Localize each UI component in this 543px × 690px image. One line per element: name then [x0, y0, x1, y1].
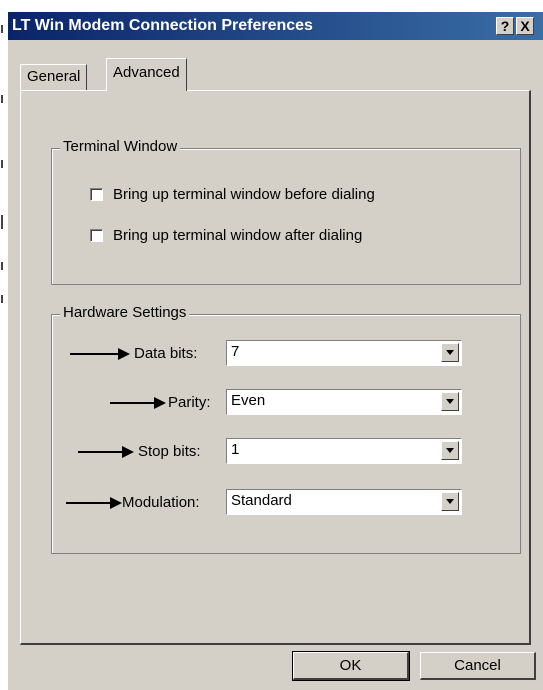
- modulation-label: Modulation:: [122, 494, 200, 511]
- cancel-button[interactable]: Cancel: [420, 652, 536, 680]
- after-dialing-option[interactable]: Bring up terminal window after dialing: [90, 227, 362, 244]
- data-bits-select[interactable]: 7: [226, 340, 462, 366]
- arrow-icon: [110, 397, 166, 409]
- arrow-icon: [66, 497, 122, 509]
- ok-button[interactable]: OK: [292, 651, 410, 681]
- chevron-down-icon[interactable]: [441, 492, 459, 511]
- stop-bits-label: Stop bits:: [138, 443, 201, 460]
- arrow-icon: [78, 446, 134, 458]
- left-edge-artifacts: [0, 0, 8, 690]
- edge-mark: [1, 295, 3, 303]
- parity-select[interactable]: Even: [226, 389, 462, 415]
- edge-mark: [1, 95, 3, 103]
- after-dialing-label: Bring up terminal window after dialing: [113, 227, 363, 244]
- edge-mark: [1, 25, 3, 33]
- modulation-select[interactable]: Standard: [226, 489, 462, 515]
- chevron-down-icon[interactable]: [441, 343, 459, 362]
- chevron-down-icon[interactable]: [441, 441, 459, 460]
- edge-mark: [1, 262, 3, 270]
- stop-bits-select[interactable]: 1: [226, 438, 462, 464]
- edge-mark: [1, 215, 3, 229]
- modulation-value: Standard: [231, 492, 292, 509]
- data-bits-label: Data bits:: [134, 345, 198, 362]
- before-dialing-option[interactable]: Bring up terminal window before dialing: [90, 186, 375, 203]
- parity-label: Parity:: [168, 394, 211, 411]
- before-dialing-checkbox[interactable]: [90, 188, 103, 201]
- terminal-window-group: Terminal Window: [51, 138, 521, 285]
- chevron-down-icon[interactable]: [441, 392, 459, 411]
- data-bits-value: 7: [231, 343, 240, 360]
- title-bar[interactable]: LT Win Modem Connection Preferences ? X: [8, 12, 543, 40]
- window-title: LT Win Modem Connection Preferences: [12, 17, 313, 34]
- preferences-dialog: LT Win Modem Connection Preferences ? X …: [8, 12, 543, 690]
- close-button[interactable]: X: [516, 17, 534, 35]
- tab-general[interactable]: General: [20, 64, 88, 90]
- edge-mark: [1, 160, 3, 168]
- tab-advanced[interactable]: Advanced: [106, 58, 187, 91]
- before-dialing-label: Bring up terminal window before dialing: [113, 186, 375, 203]
- parity-value: Even: [231, 392, 266, 409]
- terminal-window-group-title: Terminal Window: [60, 138, 181, 155]
- hardware-settings-group-title: Hardware Settings: [60, 304, 190, 321]
- after-dialing-checkbox[interactable]: [90, 229, 103, 242]
- help-button[interactable]: ?: [496, 17, 514, 35]
- arrow-icon: [70, 348, 130, 360]
- stop-bits-value: 1: [231, 441, 240, 458]
